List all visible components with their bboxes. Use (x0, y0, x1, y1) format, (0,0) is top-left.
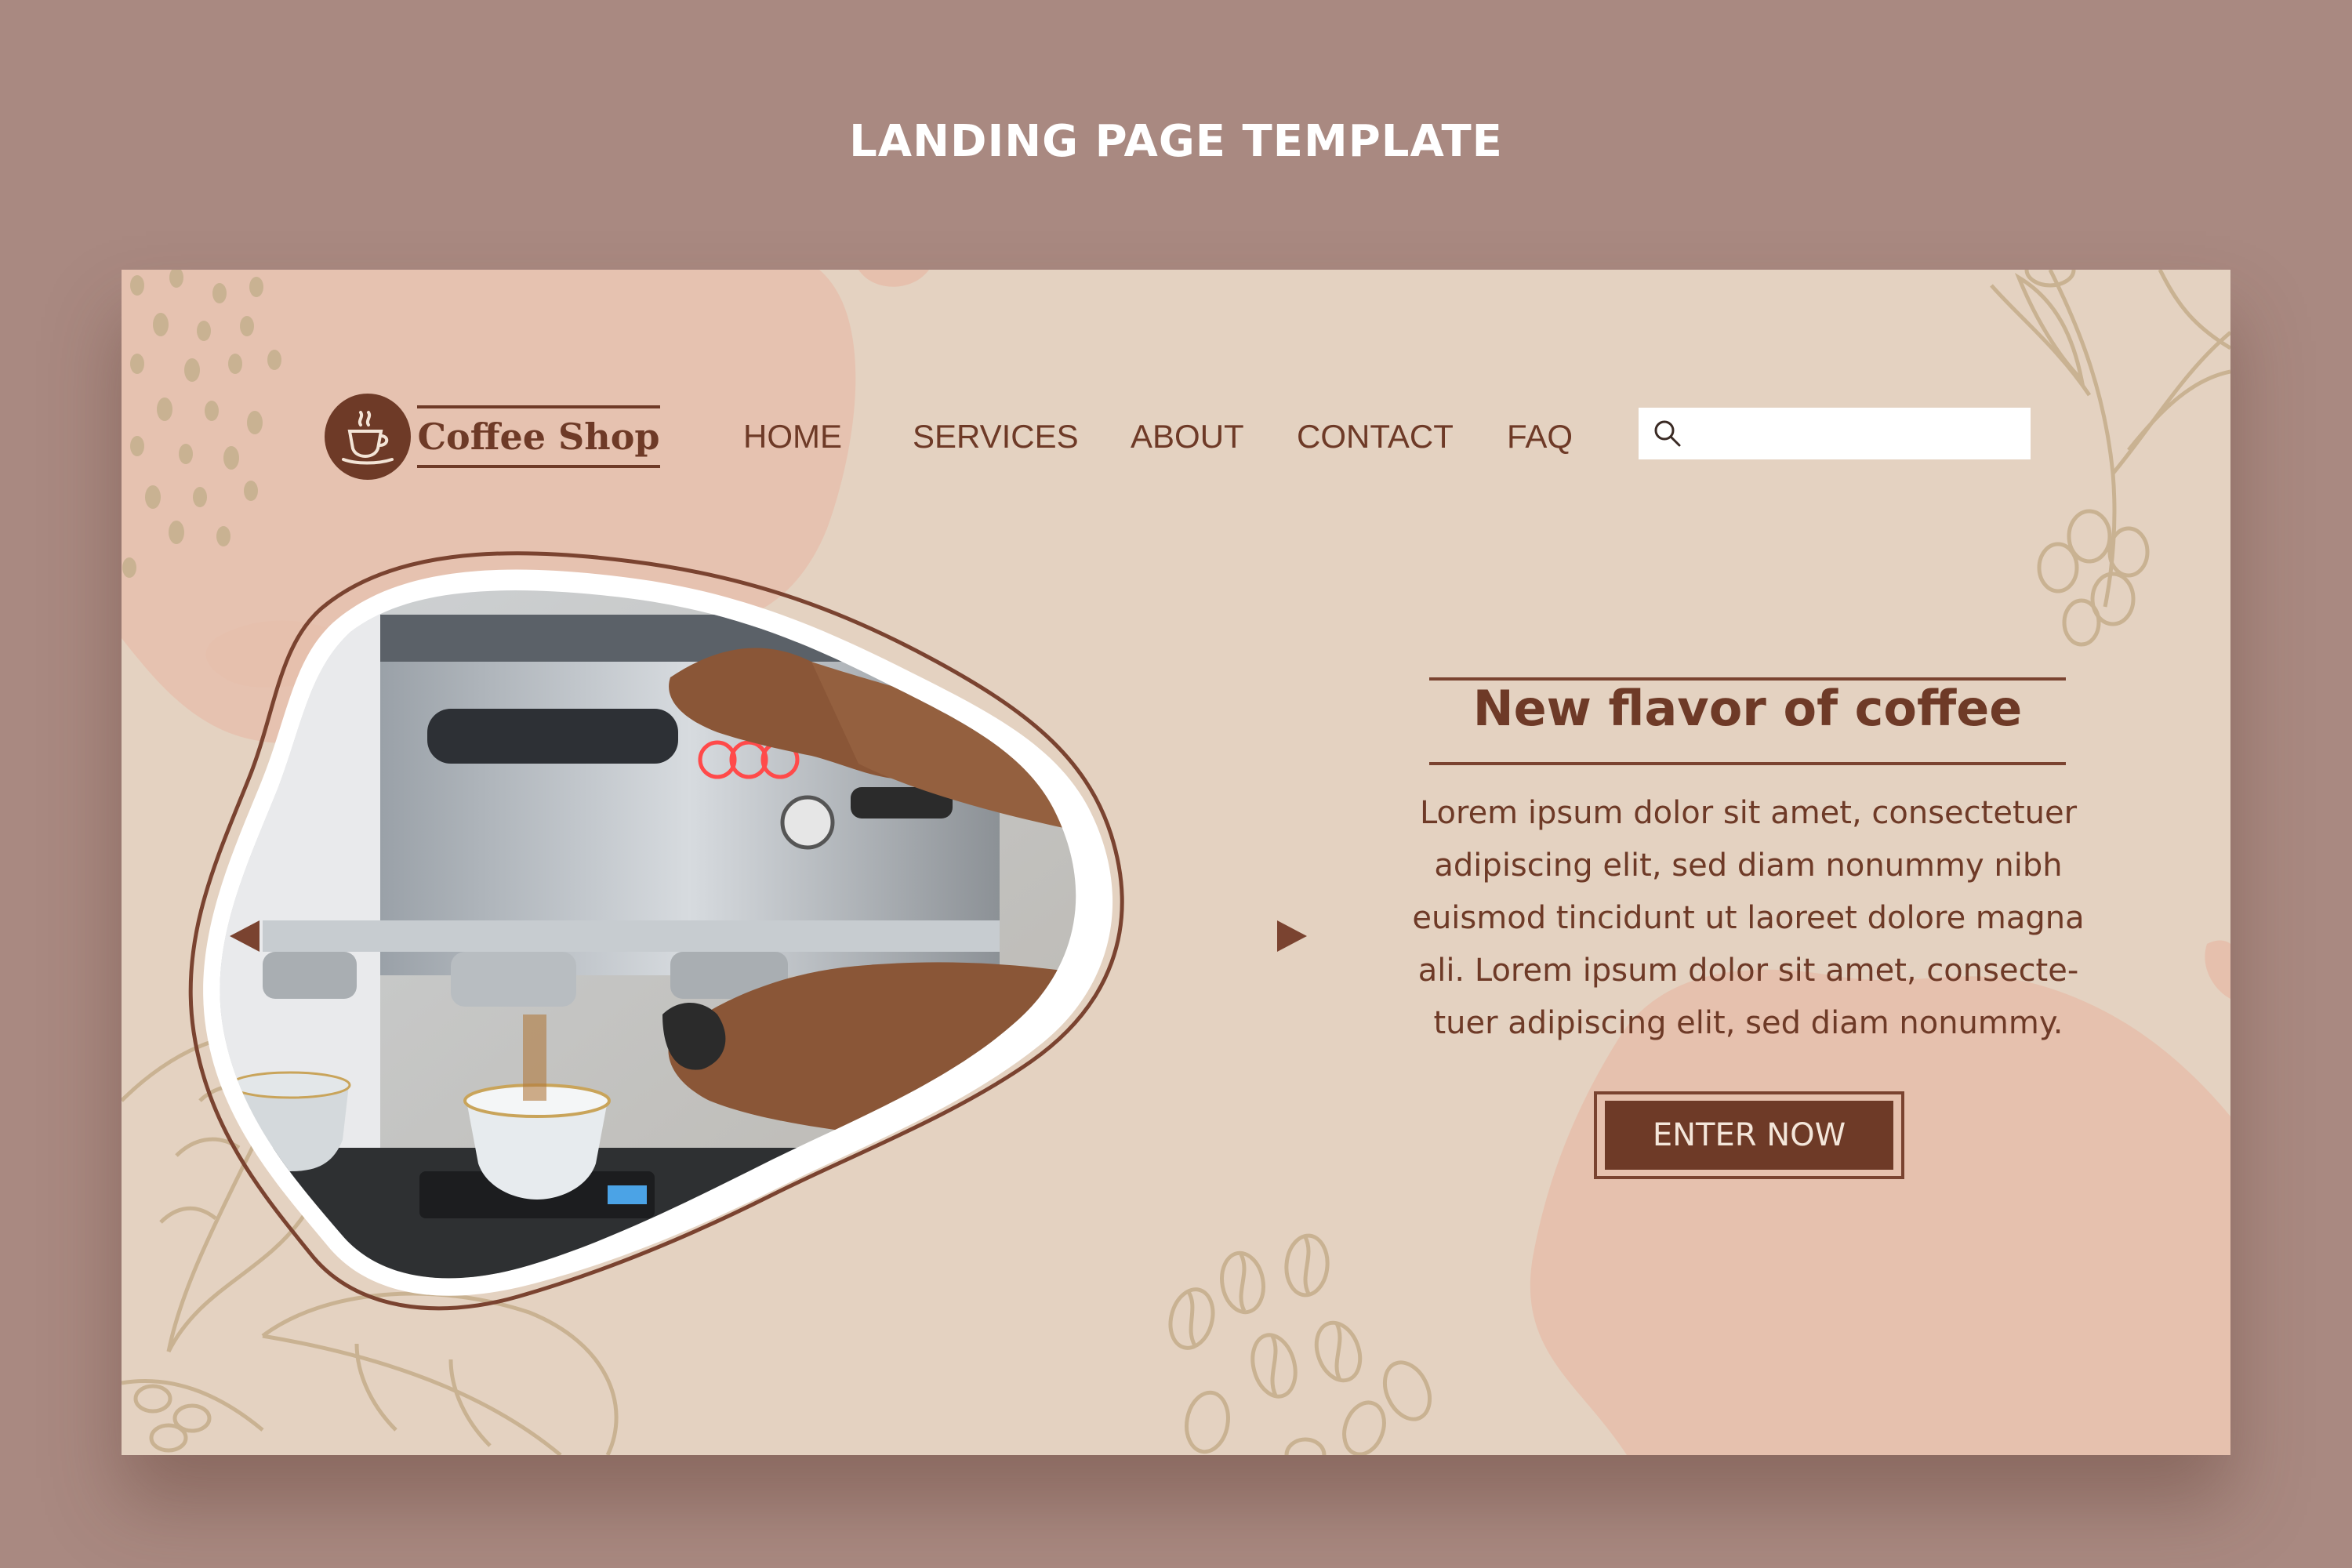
nav-contact[interactable]: CONTACT (1297, 417, 1454, 456)
headline-rule-bottom (1429, 762, 2066, 765)
stage: LANDING PAGE TEMPLATE Coffee Shop HOME S… (0, 0, 2352, 1568)
pink-blob-right-edge (2205, 940, 2230, 999)
triangle-right-icon[interactable] (1277, 920, 1307, 952)
body-line: euismod tincidunt ut laoreet dolore magn… (1412, 900, 2085, 936)
hero-body-copy: Lorem ipsum dolor sit amet, consectetuer… (1407, 787, 2089, 1050)
landing-page-card: Coffee Shop HOME SERVICES ABOUT CONTACT … (122, 270, 2230, 1455)
body-line: Lorem ipsum dolor sit amet, consectetuer (1419, 795, 2078, 831)
enter-now-button[interactable]: ENTER NOW (1605, 1101, 1893, 1170)
hero-image-frame (188, 551, 1124, 1311)
hero-headline: New flavor of coffee (1472, 680, 2023, 737)
search-icon (1654, 420, 1681, 447)
nav-faq[interactable]: FAQ (1507, 417, 1573, 456)
body-line: ali. Lorem ipsum dolor sit amet, consect… (1417, 953, 2079, 989)
triangle-left-icon[interactable] (230, 920, 260, 952)
search-input[interactable] (1639, 408, 2031, 459)
body-line: adipiscing elit, sed diam nonummy nibh (1434, 848, 2063, 884)
body-line: tuer adipiscing elit, sed diam nonummy. (1433, 1005, 2063, 1041)
template-title: LANDING PAGE TEMPLATE (849, 116, 1503, 167)
